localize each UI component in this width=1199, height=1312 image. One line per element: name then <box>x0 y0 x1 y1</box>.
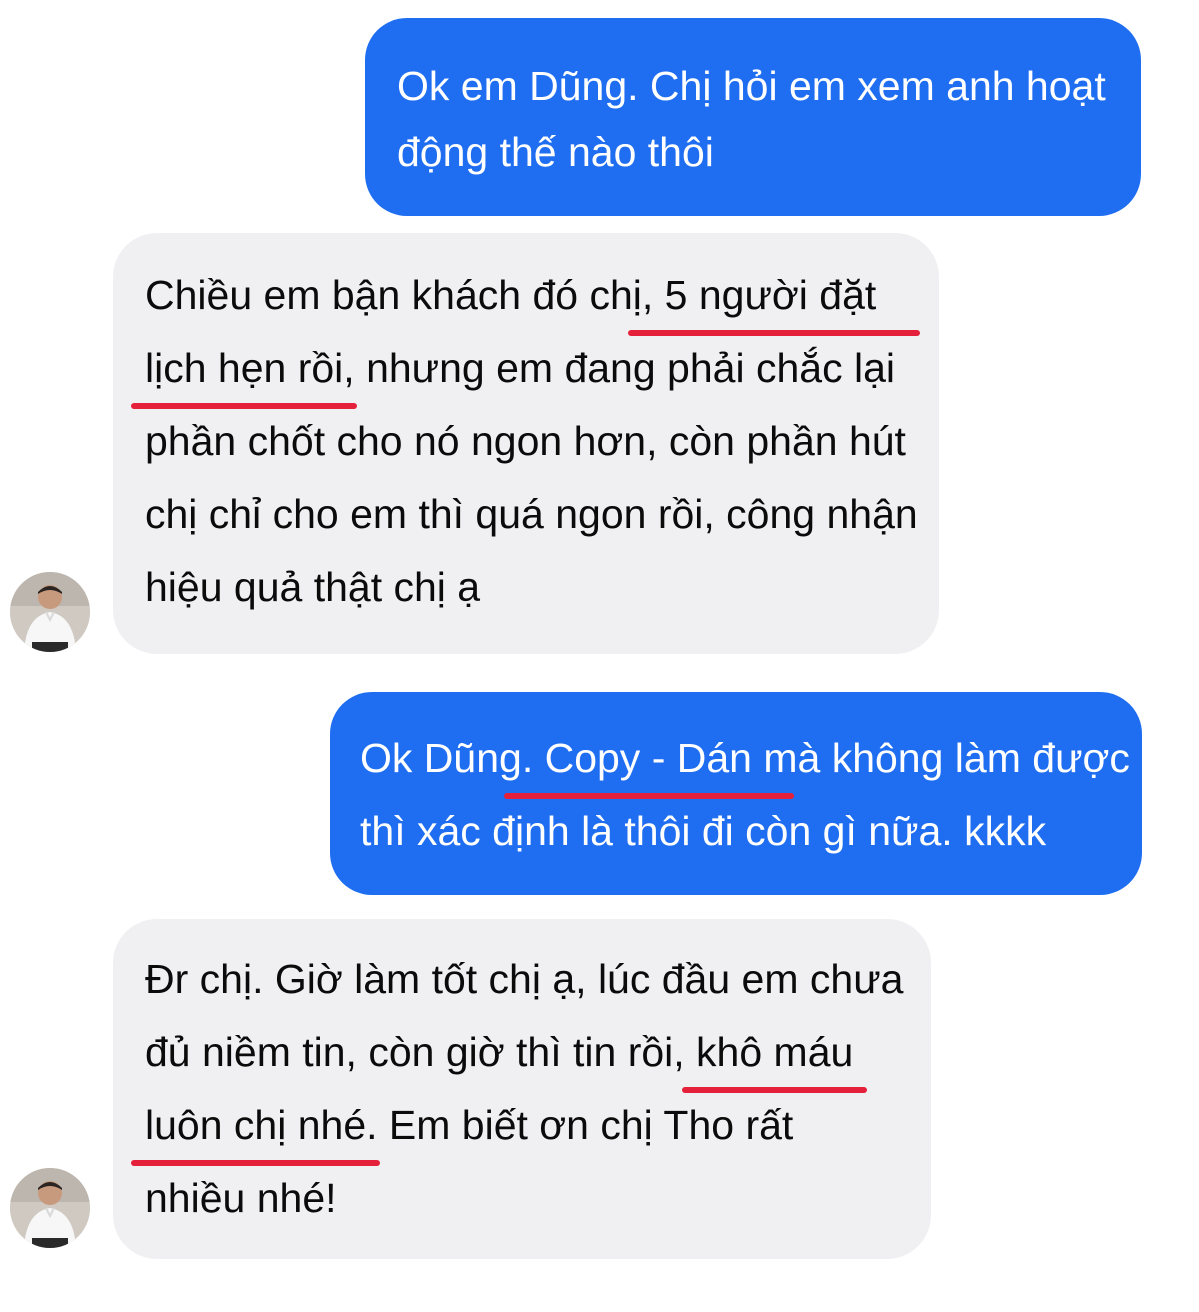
message-text: đủ niềm tin, còn giờ thì tin rồi, khô má… <box>145 1016 931 1093</box>
message-bubble-incoming[interactable]: Đr chị. Giờ làm tốt chị ạ, lúc đầu em ch… <box>113 919 931 1259</box>
person-icon <box>10 572 90 652</box>
message-text: động thế nào thôi <box>397 129 714 175</box>
message-text-segment: Chiều em bận khách đó chị <box>145 272 642 318</box>
person-icon <box>10 1168 90 1248</box>
message-text: nhiều nhé! <box>145 1175 337 1221</box>
highlight-underline: , 5 người đặt <box>627 259 921 336</box>
message-text: Ok Dũng. Copy - Dán mà không làm được <box>360 722 1142 799</box>
message-text: thì xác định là thôi đi còn gì nữa. kkkk <box>360 808 1047 854</box>
message-text: Ok em Dũng. Chị hỏi em xem anh hoạt <box>397 63 1106 109</box>
message-text: Chiều em bận khách đó chị, 5 người đặt <box>145 259 939 336</box>
message-bubble-outgoing[interactable]: Ok Dũng. Copy - Dán mà không làm được th… <box>330 692 1142 895</box>
contact-avatar[interactable] <box>10 1168 90 1248</box>
message-text: chị chỉ cho em thì quá ngon rồi, công nh… <box>145 491 918 537</box>
message-text-segment: Ok Dũng <box>360 735 522 781</box>
message-text-segment: . Em biết ơn chị Tho rất <box>366 1102 794 1148</box>
message-bubble-incoming[interactable]: Chiều em bận khách đó chị, 5 người đặt l… <box>113 233 939 654</box>
message-bubble-outgoing[interactable]: Ok em Dũng. Chị hỏi em xem anh hoạt động… <box>365 18 1141 216</box>
message-text: luôn chị nhé. Em biết ơn chị Tho rất <box>130 1089 931 1166</box>
message-text: lịch hẹn rồi, nhưng em đang phải chắc lạ… <box>130 332 939 409</box>
contact-avatar[interactable] <box>10 572 90 652</box>
highlight-underline: lịch hẹn rồi <box>130 332 358 409</box>
highlight-underline: . Copy - Dán <box>503 722 795 799</box>
highlight-underline: khô máu <box>682 1016 868 1093</box>
message-text-segment: mà không làm được <box>751 735 1130 781</box>
message-text: Đr chị. Giờ làm tốt chị ạ, lúc đầu em ch… <box>145 956 904 1002</box>
message-text-segment: đủ niềm tin, còn giờ thì tin rồi, <box>145 1029 697 1075</box>
highlight-underline: luôn chị nhé <box>130 1089 381 1166</box>
message-text: phần chốt cho nó ngon hơn, còn phần hút <box>145 418 906 464</box>
message-text: hiệu quả thật chị ạ <box>145 564 481 610</box>
message-text-segment: , nhưng em đang phải chắc lại <box>343 345 895 391</box>
